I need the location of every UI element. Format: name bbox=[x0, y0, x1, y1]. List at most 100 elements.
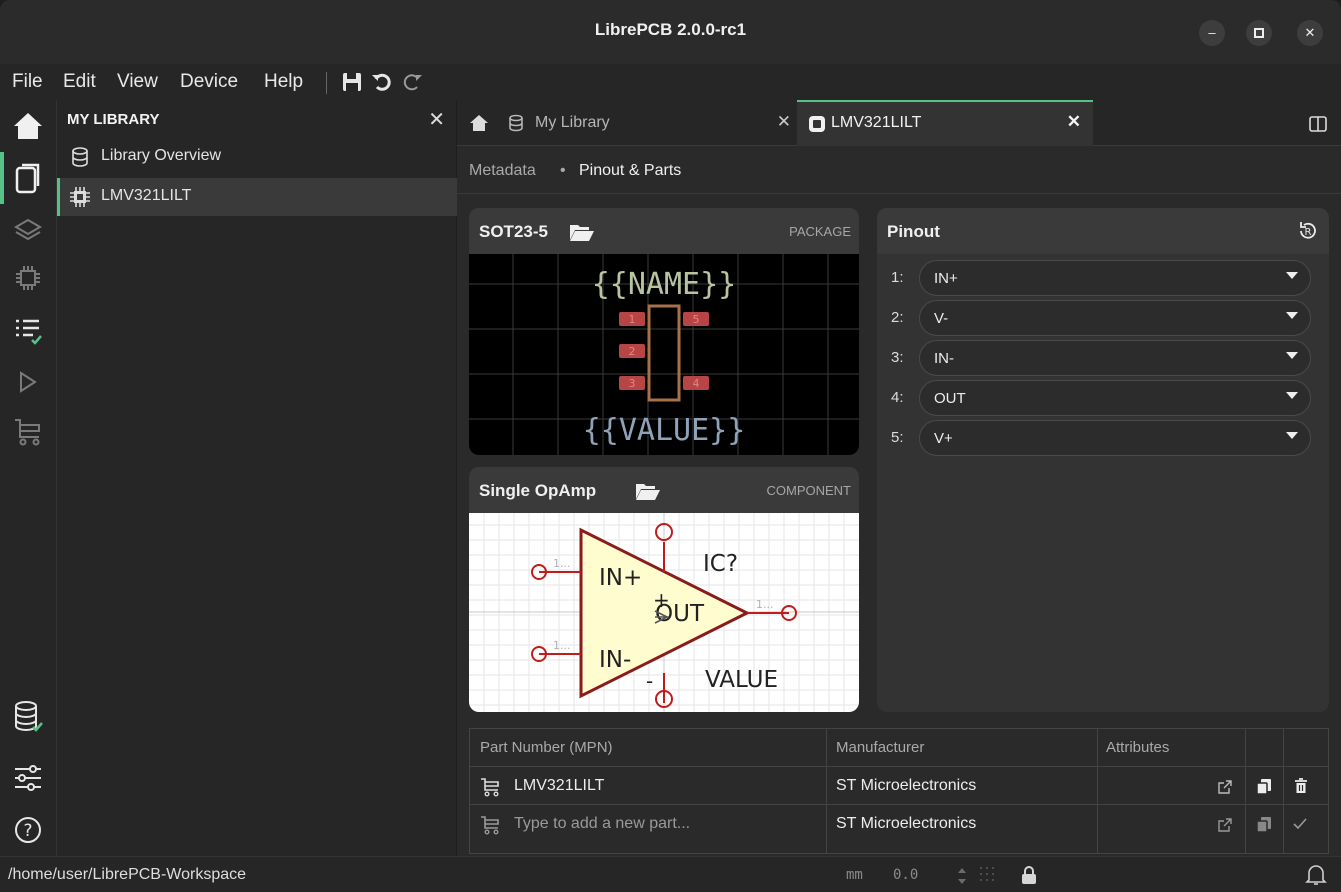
pad-label: 2 bbox=[629, 345, 636, 358]
chip-tab-icon bbox=[809, 116, 825, 132]
add-check-icon[interactable] bbox=[1292, 816, 1308, 832]
library-item-overview[interactable]: Library Overview bbox=[57, 138, 457, 176]
pad-label: 3 bbox=[629, 377, 636, 390]
external-link-icon[interactable] bbox=[1218, 780, 1232, 794]
value-label: VALUE bbox=[705, 667, 778, 693]
table-row-new-part[interactable]: Type to add a new part... ST Microelectr… bbox=[470, 805, 1328, 843]
tab-label: LMV321LILT bbox=[831, 114, 922, 131]
pin-signal-select[interactable]: IN+ bbox=[919, 260, 1311, 296]
new-part-input[interactable]: Type to add a new part... bbox=[514, 815, 690, 833]
delete-icon[interactable] bbox=[1292, 777, 1310, 795]
help-rail-button[interactable]: ? bbox=[10, 812, 46, 848]
pin-name-in-minus: IN- bbox=[599, 647, 631, 673]
notification-bell-icon[interactable] bbox=[1305, 863, 1327, 887]
copy-icon[interactable] bbox=[1255, 777, 1273, 795]
undo-icon[interactable] bbox=[370, 70, 394, 94]
home-tab-icon[interactable] bbox=[469, 114, 489, 132]
dropdown-caret-icon bbox=[1286, 272, 1298, 279]
library-item-label: LMV321LILT bbox=[101, 187, 192, 204]
package-card[interactable]: SOT23-5 PACKAGE 1 2 3 4 5 {{NAME}} {{VAL… bbox=[469, 208, 859, 455]
editor-area: My Library ✕ LMV321LILT ✕ Metadata • Pin… bbox=[457, 100, 1341, 856]
grid-dots-icon[interactable] bbox=[978, 865, 1000, 885]
menu-view[interactable]: View bbox=[117, 71, 158, 93]
component-title: Single OpAmp bbox=[479, 481, 597, 500]
play-icon bbox=[20, 371, 37, 393]
pin-number-label: 1... bbox=[756, 598, 774, 611]
new-part-manufacturer[interactable]: ST Microelectronics bbox=[836, 815, 976, 833]
tab-my-library[interactable]: My Library ✕ bbox=[497, 100, 797, 146]
folder-open-icon[interactable] bbox=[635, 481, 661, 501]
tab-lmv321lilt[interactable]: LMV321LILT ✕ bbox=[797, 100, 1093, 146]
redo-icon[interactable] bbox=[400, 70, 424, 94]
menu-edit[interactable]: Edit bbox=[63, 71, 96, 93]
cart-icon bbox=[481, 778, 499, 797]
maximize-button[interactable] bbox=[1246, 20, 1272, 46]
pin-signal-select[interactable]: OUT bbox=[919, 380, 1311, 416]
library-manager-rail-button[interactable] bbox=[10, 698, 46, 734]
package-preview: 1 2 3 4 5 {{NAME}} {{VALUE}} bbox=[469, 254, 859, 455]
minimize-button[interactable]: – bbox=[1199, 20, 1225, 46]
checklist-icon bbox=[16, 319, 42, 345]
chip-rail-icon bbox=[16, 266, 40, 290]
opamp-symbol-drawing: 1... 1... 1... IN+ IN- OUT + - IC? VALUE bbox=[469, 513, 859, 712]
components-rail-button[interactable] bbox=[10, 260, 46, 296]
tab-close-button[interactable]: ✕ bbox=[777, 112, 791, 132]
package-name-placeholder: {{NAME}} bbox=[592, 267, 737, 302]
part-mpn[interactable]: LMV321LILT bbox=[514, 777, 604, 795]
folder-open-icon[interactable] bbox=[569, 222, 595, 242]
manufacturer-column-header: Manufacturer bbox=[836, 739, 925, 756]
settings-rail-button[interactable] bbox=[10, 760, 46, 796]
split-view-icon[interactable] bbox=[1309, 116, 1327, 132]
pin-row: 1: IN+ bbox=[887, 260, 1311, 296]
pin-signal-select[interactable]: V- bbox=[919, 300, 1311, 336]
pin-signal-select[interactable]: IN- bbox=[919, 340, 1311, 376]
spin-arrows-icon[interactable] bbox=[956, 867, 968, 885]
table-row[interactable]: LMV321LILT ST Microelectronics bbox=[470, 767, 1328, 805]
package-footprint-drawing: 1 2 3 4 5 {{NAME}} {{VALUE}} bbox=[469, 254, 859, 455]
pin-row: 4: OUT bbox=[887, 380, 1311, 416]
home-rail-button[interactable] bbox=[10, 108, 46, 144]
pin-number: 5: bbox=[891, 429, 904, 446]
tab-close-button[interactable]: ✕ bbox=[1067, 112, 1081, 132]
package-kind-label: PACKAGE bbox=[789, 224, 851, 239]
menu-device[interactable]: Device bbox=[180, 71, 238, 93]
run-rail-button[interactable] bbox=[10, 364, 46, 400]
menu-file[interactable]: File bbox=[12, 71, 43, 93]
grid-value: 0.0 bbox=[893, 867, 919, 883]
menu-separator bbox=[326, 72, 327, 94]
pin-signal-value: OUT bbox=[934, 390, 966, 407]
save-icon[interactable] bbox=[340, 70, 364, 94]
attributes-column-header: Attributes bbox=[1106, 739, 1170, 756]
breadcrumb-metadata[interactable]: Metadata bbox=[469, 162, 536, 180]
library-pages-icon bbox=[15, 163, 40, 194]
pinout-title: Pinout bbox=[887, 222, 940, 241]
library-panel-close-button[interactable]: ✕ bbox=[428, 107, 445, 132]
parts-table-header: Part Number (MPN) Manufacturer Attribute… bbox=[470, 729, 1328, 767]
libraries-rail-button[interactable] bbox=[10, 160, 46, 196]
breadcrumb-pinout-parts[interactable]: Pinout & Parts bbox=[579, 162, 681, 180]
order-rail-button[interactable] bbox=[10, 414, 46, 450]
pin-row: 2: V- bbox=[887, 300, 1311, 336]
reset-pinout-letter: R bbox=[1305, 227, 1312, 238]
layers-rail-button[interactable] bbox=[10, 212, 46, 248]
reset-pinout-icon[interactable]: R bbox=[1297, 220, 1319, 242]
minus-sign: - bbox=[646, 669, 653, 693]
pin-number: 2: bbox=[891, 309, 904, 326]
mpn-column-header: Part Number (MPN) bbox=[480, 739, 613, 756]
component-kind-label: COMPONENT bbox=[766, 483, 852, 498]
sliders-icon bbox=[15, 765, 41, 791]
close-window-button[interactable]: ✕ bbox=[1297, 20, 1323, 46]
status-bar: /home/user/LibrePCB-Workspace mm 0.0 bbox=[0, 856, 1341, 892]
pin-signal-select[interactable]: V+ bbox=[919, 420, 1311, 456]
external-link-icon[interactable] bbox=[1218, 818, 1232, 832]
component-card[interactable]: Single OpAmp COMPONENT 1... 1... 1... IN… bbox=[469, 467, 859, 712]
maximize-icon bbox=[1254, 28, 1264, 38]
menu-help[interactable]: Help bbox=[264, 71, 303, 93]
library-item-lmv321lilt[interactable]: LMV321LILT bbox=[57, 178, 457, 216]
part-manufacturer[interactable]: ST Microelectronics bbox=[836, 777, 976, 795]
pin-number-label: 1... bbox=[553, 639, 571, 652]
pin-number: 3: bbox=[891, 349, 904, 366]
copy-icon[interactable] bbox=[1255, 815, 1273, 833]
lock-icon[interactable] bbox=[1020, 865, 1038, 885]
checks-rail-button[interactable] bbox=[10, 312, 46, 348]
